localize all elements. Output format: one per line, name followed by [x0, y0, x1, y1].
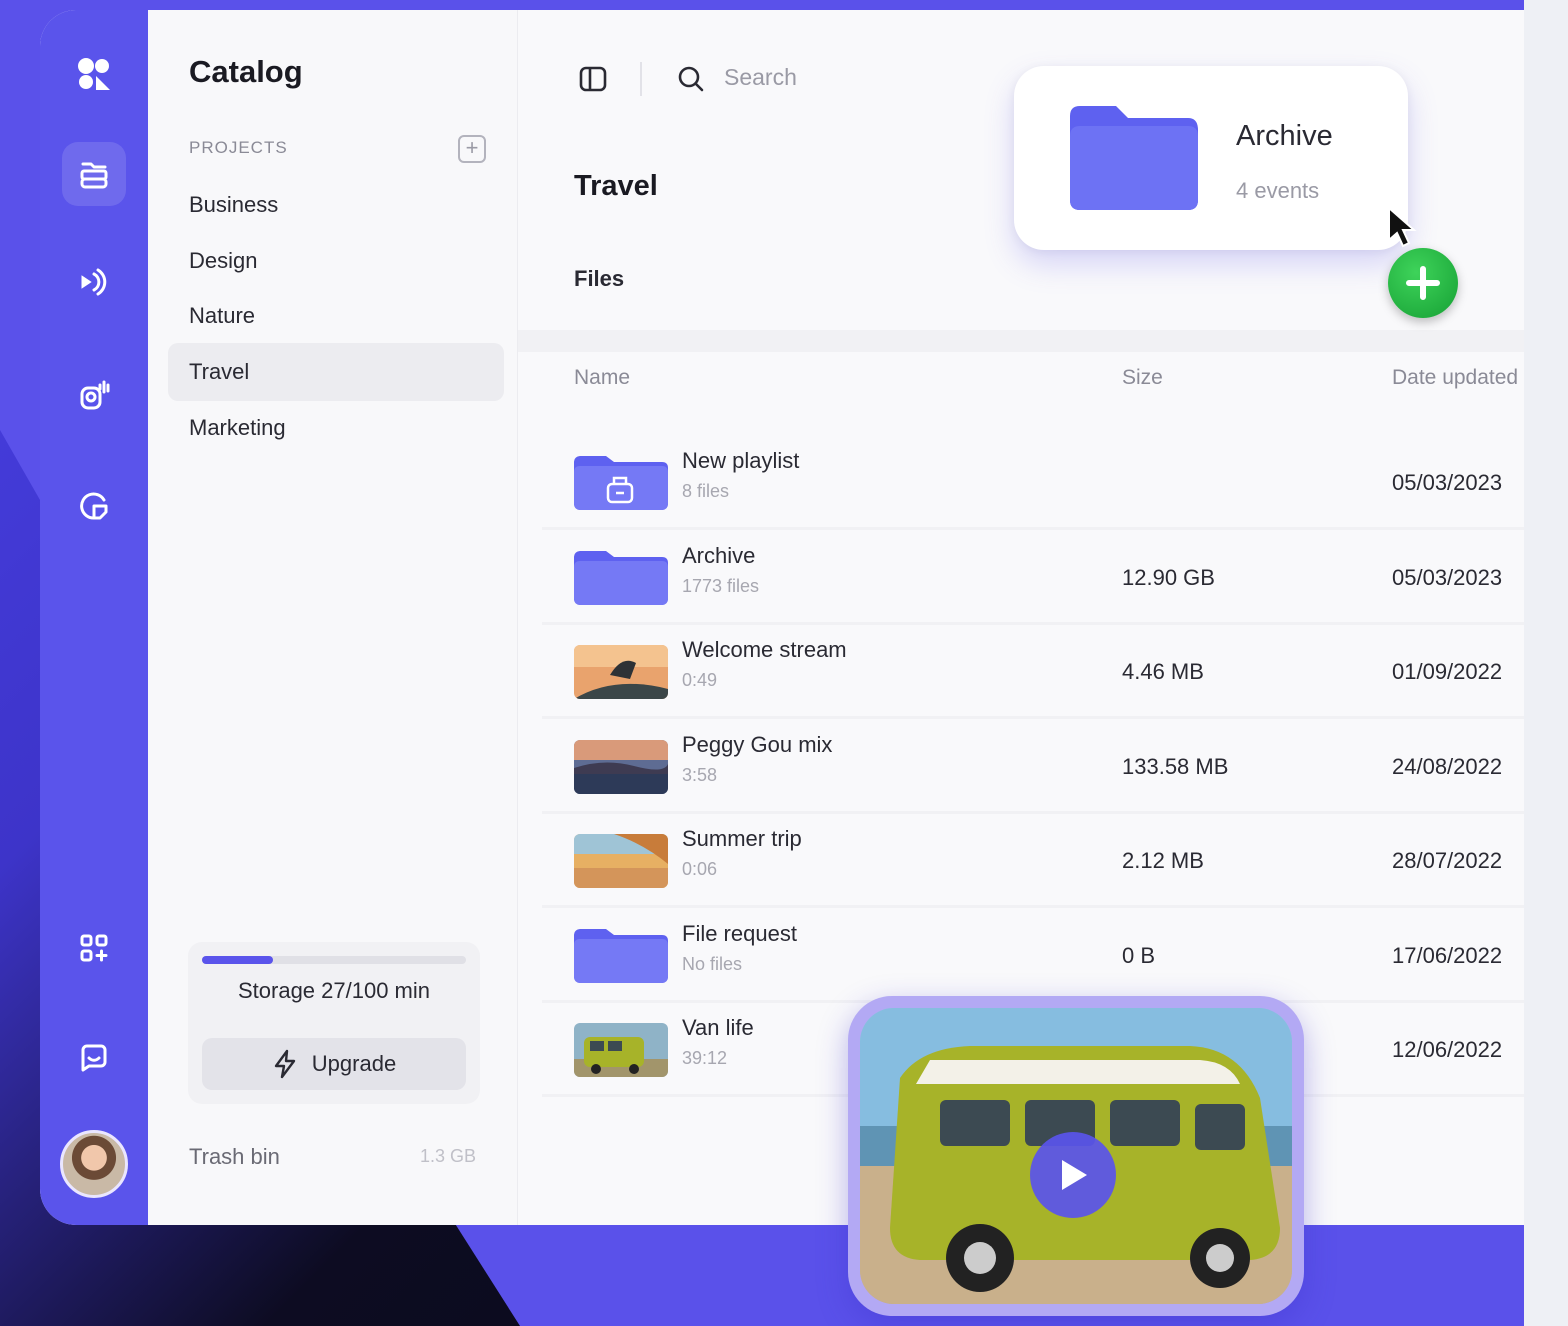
file-size: 4.46 MB: [1122, 659, 1204, 684]
catalog-sidebar: Catalog PROJECTS + Business Design Natur…: [148, 10, 518, 1225]
trash-size: 1.3 GB: [420, 1146, 477, 1166]
file-name: Archive: [682, 542, 756, 568]
apps-icon[interactable]: [62, 916, 126, 980]
search-input[interactable]: Search: [724, 64, 797, 91]
storage-card: Storage 27/100 min Upgrade: [188, 942, 480, 1104]
column-header-date[interactable]: Date updated: [1392, 366, 1518, 390]
add-project-button[interactable]: +: [458, 135, 486, 163]
drag-preview-title: Archive: [1236, 120, 1333, 152]
file-row[interactable]: New playlist 8 files 05/03/2023: [542, 436, 1524, 530]
file-size: 12.90 GB: [1122, 564, 1215, 590]
trash-bin-link[interactable]: Trash bin: [189, 1144, 280, 1170]
logo-icon[interactable]: [62, 42, 126, 106]
stream-icon[interactable]: [62, 250, 126, 314]
storage-text: Storage 27/100 min: [237, 978, 431, 1003]
file-row[interactable]: Welcome stream 0:49 4.46 MB 01/09/2022: [542, 625, 1524, 719]
chat-icon[interactable]: [62, 1026, 126, 1090]
file-date: 24/08/2022: [1392, 753, 1503, 779]
project-item-business[interactable]: Business: [189, 192, 278, 218]
file-row[interactable]: File request No files 0 B 17/06/2022: [542, 909, 1524, 1003]
folder-icon: [574, 456, 668, 510]
file-size: 2.12 MB: [1122, 848, 1204, 873]
storage-progress-bar: [202, 956, 466, 964]
projects-label: PROJECTS: [189, 138, 288, 157]
van-video-thumbnail: [860, 1008, 1292, 1304]
project-item-travel[interactable]: Travel: [189, 359, 249, 385]
analytics-icon[interactable]: [62, 474, 126, 538]
page-title: Travel: [574, 170, 658, 202]
project-item-nature[interactable]: Nature: [189, 303, 255, 329]
avatar[interactable]: [60, 1130, 128, 1198]
file-name: New playlist: [682, 448, 800, 473]
file-name: Peggy Gou mix: [682, 731, 833, 757]
files-section-label: Files: [574, 266, 625, 291]
icon-rail: [40, 10, 148, 1225]
folders-icon[interactable]: [62, 142, 126, 206]
file-row[interactable]: Peggy Gou mix 3:58 133.58 MB 24/08/2022: [542, 720, 1524, 814]
column-header-size[interactable]: Size: [1122, 366, 1163, 390]
drag-preview-subtitle: 4 events: [1236, 178, 1320, 203]
folder-icon: [574, 928, 668, 983]
file-meta: 0:06: [682, 859, 718, 879]
video-thumbnail: [574, 1023, 668, 1077]
file-name: Summer trip: [682, 826, 802, 851]
toolbar-divider: [640, 62, 642, 96]
file-date: 12/06/2022: [1392, 1037, 1503, 1062]
video-thumbnail: [574, 645, 668, 699]
file-row[interactable]: Archive 1773 files 12.90 GB 05/03/2023: [542, 531, 1524, 625]
file-name: File request: [682, 920, 797, 946]
file-meta: 1773 files: [682, 575, 760, 596]
folder-icon: [574, 550, 668, 605]
add-plus-icon[interactable]: [1388, 248, 1458, 318]
file-date: 28/07/2022: [1392, 848, 1503, 873]
folder-icon: [1070, 106, 1198, 210]
file-date: 01/09/2022: [1392, 659, 1503, 684]
file-meta: 8 files: [682, 481, 730, 501]
sidebar-title: Catalog: [189, 54, 303, 89]
file-meta: 3:58: [682, 764, 718, 785]
header-divider: [518, 330, 1524, 352]
video-thumbnail: [574, 739, 668, 794]
video-thumbnail: [574, 834, 668, 888]
mouse-cursor-icon: [1388, 206, 1417, 248]
file-meta: No files: [682, 953, 743, 974]
upgrade-label: Upgrade: [311, 1051, 397, 1076]
file-meta: 0:49: [682, 670, 718, 690]
file-name: Welcome stream: [682, 637, 847, 662]
storage-progress-fill: [202, 956, 274, 964]
podcast-icon[interactable]: [62, 364, 126, 428]
drag-preview-card: Archive 4 events: [1014, 66, 1408, 250]
file-size: 133.58 MB: [1122, 753, 1229, 779]
file-meta: 39:12: [682, 1048, 728, 1068]
file-name: Van life: [682, 1015, 754, 1040]
play-icon[interactable]: [1030, 1132, 1116, 1218]
file-date: 05/03/2023: [1392, 470, 1503, 495]
search-icon[interactable]: [676, 64, 706, 94]
file-row[interactable]: Summer trip 0:06 2.12 MB 28/07/2022: [542, 814, 1524, 908]
file-size: 0 B: [1122, 942, 1156, 968]
column-header-name[interactable]: Name: [574, 366, 630, 390]
panel-toggle-icon[interactable]: [578, 64, 608, 94]
project-item-marketing[interactable]: Marketing: [189, 415, 286, 441]
file-date: 17/06/2022: [1392, 942, 1503, 968]
file-date: 05/03/2023: [1392, 564, 1503, 590]
upgrade-button[interactable]: Upgrade: [202, 1038, 466, 1090]
project-item-design[interactable]: Design: [189, 248, 257, 274]
video-preview-card[interactable]: [848, 996, 1304, 1316]
bolt-icon: [274, 1049, 295, 1079]
